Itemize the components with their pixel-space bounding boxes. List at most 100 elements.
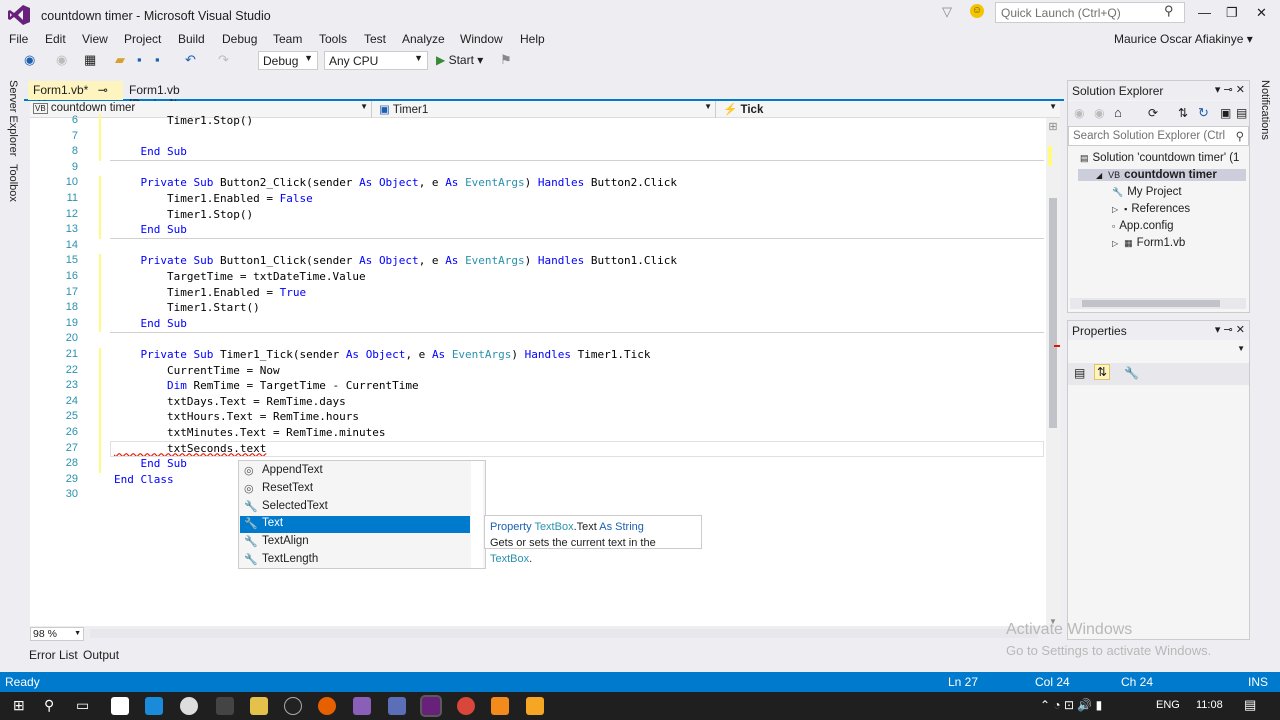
menu-team[interactable]: Team	[273, 32, 302, 46]
menu-view[interactable]: View	[82, 32, 108, 46]
sync-icon[interactable]: ⟳	[1148, 106, 1158, 120]
categorized-icon[interactable]: ▤	[1074, 366, 1085, 380]
code-line[interactable]: Private Sub Timer1_Tick(sender As Object…	[114, 348, 651, 361]
member-dropdown[interactable]: ⚡ Tick ▼	[720, 101, 1060, 118]
menu-edit[interactable]: Edit	[45, 32, 66, 46]
code-line[interactable]: End Sub	[114, 145, 187, 158]
intellisense-item[interactable]: 🔧 SelectedText	[240, 499, 470, 516]
intellisense-item[interactable]: ◎ ResetText	[240, 481, 470, 498]
back-icon[interactable]: ◉	[24, 52, 35, 68]
solution-tree-item[interactable]: ◢ VB countdown timer	[1078, 169, 1246, 181]
intellisense-list[interactable]: ◎ AppendText ◎ ResetText 🔧 SelectedText 🔧 Text 🔧…	[238, 460, 486, 569]
search-icon[interactable]: ⚲	[44, 697, 54, 714]
back-icon[interactable]: ◉	[1074, 106, 1084, 120]
menu-help[interactable]: Help	[520, 32, 545, 46]
restore-button[interactable]: ❐	[1226, 5, 1238, 21]
solution-tree-item[interactable]: ▤ Solution 'countdown timer' (1	[1080, 152, 1239, 164]
quick-launch-input[interactable]: Quick Launch (Ctrl+Q)	[995, 2, 1185, 23]
configuration-dropdown[interactable]: Debug ▼	[258, 51, 318, 70]
code-line[interactable]: End Class	[114, 473, 174, 486]
menu-window[interactable]: Window	[460, 32, 503, 46]
output-tab[interactable]: Output	[83, 648, 119, 662]
home-icon[interactable]: ⌂	[1114, 105, 1122, 120]
properties-object-selector[interactable]: ▼	[1068, 341, 1249, 363]
search-icon[interactable]: ⚲	[1164, 3, 1174, 19]
start-button[interactable]: ▶ Start ▾	[436, 53, 483, 67]
open-folder-icon[interactable]: ▰	[115, 52, 125, 68]
panel-controls[interactable]: ▾ ⊸ ✕	[1215, 83, 1245, 96]
forward-icon[interactable]: ◉	[1094, 106, 1104, 120]
app-orange-icon[interactable]	[491, 697, 509, 715]
solution-explorer-search-input[interactable]: Search Solution Explorer (Ctrl ⚲	[1068, 126, 1249, 146]
filter-icon[interactable]: ▽	[942, 4, 952, 20]
scrollbar-thumb[interactable]	[1049, 198, 1057, 428]
code-line[interactable]: End Sub	[114, 317, 187, 330]
visual-studio-active-icon[interactable]	[420, 695, 442, 717]
media-icon[interactable]	[284, 697, 302, 715]
undo-icon[interactable]: ↶	[185, 52, 196, 68]
zoom-dropdown[interactable]: 98 % ▼	[30, 627, 84, 641]
platform-dropdown[interactable]: Any CPU ▼	[324, 51, 428, 70]
intellisense-item[interactable]: 🔧 Text	[240, 516, 470, 534]
code-line[interactable]: End Sub	[114, 457, 187, 470]
collapse-all-icon[interactable]: ▣	[1220, 106, 1231, 120]
close-button[interactable]: ✕	[1256, 5, 1267, 21]
code-line[interactable]: Timer1.Start()	[114, 301, 260, 314]
tab-form1-vb[interactable]: Form1.vb* ⊸ ✕	[28, 81, 123, 111]
menu-project[interactable]: Project	[124, 32, 161, 46]
menu-build[interactable]: Build	[178, 32, 205, 46]
intellisense-item[interactable]: 🔧 TextAlign	[240, 534, 470, 551]
app-icon[interactable]	[216, 697, 234, 715]
forward-icon[interactable]: ◉	[56, 52, 67, 68]
folder-icon[interactable]	[250, 697, 268, 715]
code-line[interactable]: Timer1.Enabled = False	[114, 192, 313, 205]
firefox-icon[interactable]	[318, 697, 336, 715]
alphabetical-icon[interactable]: ⇅	[1094, 364, 1111, 380]
windows-start-icon[interactable]: ⊞	[13, 697, 25, 714]
intellisense-item[interactable]: ◎ AppendText	[240, 463, 470, 480]
minimize-button[interactable]: —	[1198, 5, 1211, 20]
menu-test[interactable]: Test	[364, 32, 386, 46]
code-line[interactable]: Timer1.Stop()	[114, 114, 253, 127]
hp-icon[interactable]	[180, 697, 198, 715]
solution-tree-item[interactable]: ▫ App.config	[1112, 220, 1174, 232]
menu-file[interactable]: File	[9, 32, 28, 46]
redo-icon[interactable]: ↷	[218, 52, 229, 68]
vertical-scrollbar[interactable]: ⊞ ▼	[1046, 118, 1060, 626]
server-explorer-tab[interactable]: Server Explorer	[7, 80, 19, 156]
user-account[interactable]: Maurice Oscar Afiakinye ▾	[1114, 32, 1253, 46]
menu-tools[interactable]: Tools	[319, 32, 347, 46]
code-line[interactable]: End Sub	[114, 223, 187, 236]
code-line[interactable]: TargetTime = txtDateTime.Value	[114, 270, 366, 283]
switch-views-icon[interactable]: ⇅	[1178, 106, 1188, 120]
panel-controls[interactable]: ▾ ⊸ ✕	[1215, 323, 1245, 336]
expander-icon[interactable]: ▷	[1112, 239, 1118, 248]
solution-tree-item[interactable]: ▷ ▪ References	[1112, 203, 1190, 215]
code-line[interactable]: CurrentTime = Now	[114, 364, 280, 377]
new-project-icon[interactable]: ▦	[84, 52, 96, 68]
search-icon[interactable]: ⚲	[1236, 129, 1244, 143]
expander-icon[interactable]: ◢	[1096, 171, 1102, 180]
intellisense-item[interactable]: 🔧 TextLength	[240, 552, 470, 569]
save-icon[interactable]: ▪	[137, 52, 142, 67]
infinity-app-icon[interactable]	[388, 697, 406, 715]
notifications-tab[interactable]: Notifications	[1259, 80, 1271, 140]
toolbox-tab[interactable]: Toolbox	[7, 164, 19, 202]
horizontal-scrollbar[interactable]	[90, 629, 1038, 638]
menu-analyze[interactable]: Analyze	[402, 32, 445, 46]
code-line[interactable]: txtMinutes.Text = RemTime.minutes	[114, 426, 386, 439]
code-line[interactable]: Timer1.Enabled = True	[114, 286, 306, 299]
se-horizontal-scrollbar[interactable]	[1070, 298, 1246, 309]
code-line[interactable]: Timer1.Stop()	[114, 208, 253, 221]
properties-wrench-icon[interactable]: 🔧	[1124, 366, 1139, 380]
system-tray-icons[interactable]: ⌃ ◔ ⊡ 🔊 ▮	[1040, 698, 1102, 712]
code-line[interactable]: txtDays.Text = RemTime.days	[114, 395, 346, 408]
scrollbar-thumb[interactable]	[1082, 300, 1220, 307]
solution-tree-item[interactable]: 🔧 My Project	[1112, 186, 1182, 198]
expander-icon[interactable]: ▷	[1112, 205, 1118, 214]
save-all-icon[interactable]: ▪	[155, 52, 160, 67]
feedback-smiley-icon[interactable]: ☺	[970, 4, 984, 18]
menu-debug[interactable]: Debug	[222, 32, 257, 46]
tab-form1-design[interactable]: Form1.vb [Design]*	[124, 81, 234, 111]
chrome-icon[interactable]	[457, 697, 475, 715]
